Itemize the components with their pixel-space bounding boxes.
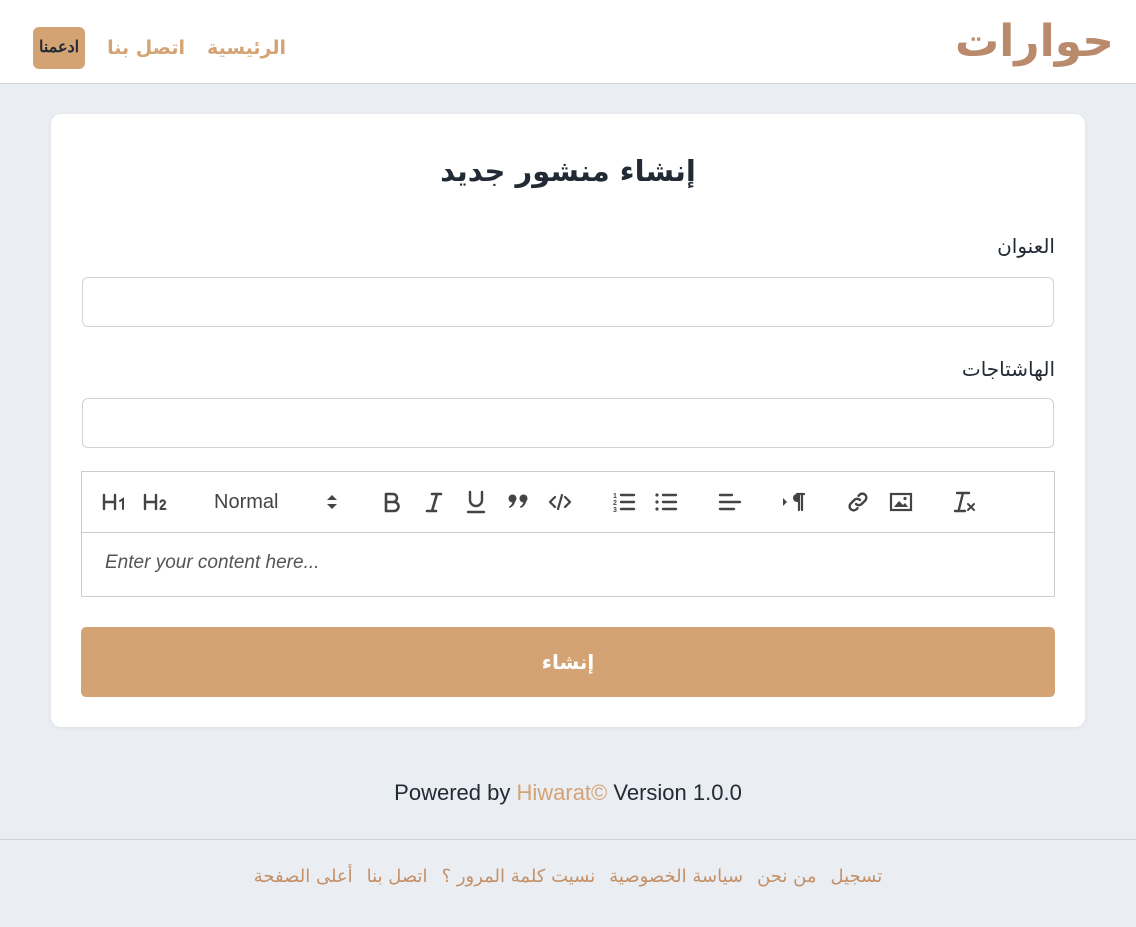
- text-direction-icon[interactable]: [778, 486, 810, 518]
- editor-toolbar: Normal 1 2 3: [82, 472, 1054, 533]
- ordered-list-icon[interactable]: 123: [608, 486, 640, 518]
- create-post-card: إنشاء منشور جديد العنوان الهاشتاجات Norm…: [51, 114, 1085, 727]
- support-button[interactable]: ادعمنا: [33, 27, 86, 69]
- header-format-select[interactable]: Normal: [204, 486, 344, 518]
- create-post-button[interactable]: إنشاء: [81, 627, 1055, 697]
- link-icon[interactable]: [842, 486, 874, 518]
- footer-divider: [0, 839, 1136, 840]
- title-label: العنوان: [997, 234, 1055, 258]
- rich-text-editor: Normal 1 2 3 Enter your content here...: [81, 471, 1055, 597]
- footer-link-back-to-top[interactable]: أعلى الصفحة: [254, 866, 353, 887]
- header-format-value: Normal: [214, 490, 279, 513]
- hashtags-input[interactable]: [82, 398, 1054, 448]
- blockquote-icon[interactable]: [502, 486, 534, 518]
- editor-content-area[interactable]: Enter your content here...: [82, 533, 1054, 597]
- align-left-icon[interactable]: [714, 486, 746, 518]
- powered-by-text: Powered by: [394, 780, 511, 805]
- bullet-list-icon[interactable]: [650, 486, 682, 518]
- svg-text:1: 1: [613, 493, 617, 500]
- clear-format-icon[interactable]: [949, 486, 981, 518]
- footer-link-register[interactable]: تسجيل: [831, 866, 883, 887]
- nav-home-link[interactable]: الرئيسية: [207, 37, 286, 59]
- footer-link-forgot-password[interactable]: نسيت كلمة المرور ؟: [442, 866, 596, 887]
- select-arrows-icon: [326, 493, 338, 517]
- title-input[interactable]: [82, 277, 1054, 327]
- heading-1-icon[interactable]: [99, 486, 131, 518]
- footer-link-privacy[interactable]: سياسة الخصوصية: [609, 866, 743, 887]
- footer-link-about[interactable]: من نحن: [757, 866, 816, 887]
- svg-text:2: 2: [613, 500, 617, 507]
- underline-icon[interactable]: [460, 486, 492, 518]
- nav-contact-link[interactable]: اتصل بنا: [107, 37, 185, 59]
- footer-links: تسجيل من نحن سياسة الخصوصية نسيت كلمة ال…: [0, 866, 1136, 887]
- page-title: إنشاء منشور جديد: [440, 154, 696, 188]
- italic-icon[interactable]: [418, 486, 450, 518]
- svg-text:3: 3: [613, 507, 617, 513]
- site-logo[interactable]: حوارات: [955, 14, 1115, 70]
- main-nav: الرئيسية اتصل بنا ادعمنا: [33, 27, 286, 69]
- top-navbar: حوارات الرئيسية اتصل بنا ادعمنا: [0, 0, 1136, 84]
- code-icon[interactable]: [544, 486, 576, 518]
- bold-icon[interactable]: [376, 486, 408, 518]
- heading-2-icon[interactable]: [141, 486, 173, 518]
- footer-link-contact[interactable]: اتصل بنا: [367, 866, 428, 887]
- hashtags-label: الهاشتاجات: [961, 357, 1055, 381]
- version-text: Version 1.0.0: [613, 780, 742, 805]
- powered-by-line: Powered by Hiwarat© Version 1.0.0: [0, 780, 1136, 806]
- brand-link[interactable]: Hiwarat©: [516, 780, 607, 805]
- image-icon[interactable]: [885, 486, 917, 518]
